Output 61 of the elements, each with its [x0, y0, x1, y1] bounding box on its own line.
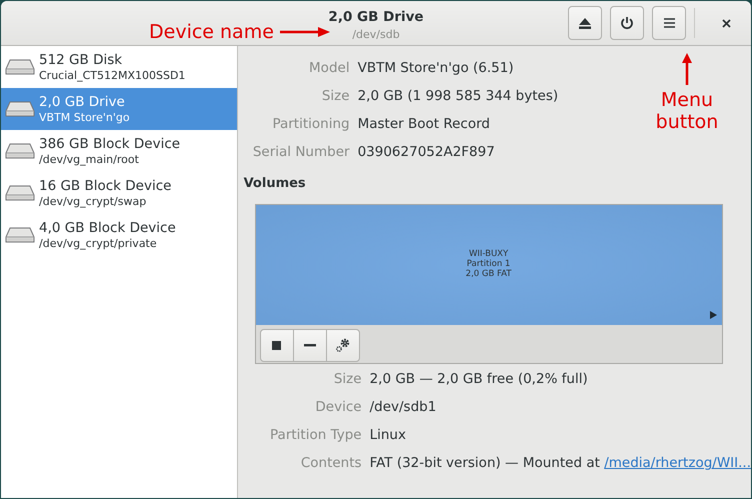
- field-label: Size: [320, 86, 351, 106]
- partition-label: Partition 1: [466, 258, 510, 268]
- field-label: Serial Number: [252, 142, 351, 162]
- partition-block[interactable]: WII-BUXY Partition 1 2,0 GB FAT: [256, 204, 722, 324]
- window-title: 2,0 GB Drive: [328, 8, 424, 27]
- power-icon: [620, 16, 634, 30]
- menu-icon: [664, 18, 674, 28]
- stop-icon: [272, 340, 282, 350]
- mount-link[interactable]: /media/rhertzog/WII...: [604, 455, 751, 472]
- close-icon: [722, 18, 730, 28]
- device-list-item[interactable]: 512 GB Disk Crucial_CT512MX100SSD1: [1, 46, 237, 88]
- annotation-label: Device name: [149, 21, 274, 43]
- device-detail: /dev/vg_crypt/private: [39, 236, 158, 250]
- eject-icon: [579, 18, 591, 28]
- device-name: 512 GB Disk: [39, 52, 124, 68]
- menu-button[interactable]: [652, 6, 686, 40]
- drive-icon: [5, 184, 35, 202]
- drive-icon: [5, 142, 35, 160]
- settings-button[interactable]: [326, 328, 360, 362]
- field-value: /dev/sdb1: [370, 398, 436, 418]
- drive-icon: [5, 100, 35, 118]
- device-name: 4,0 GB Block Device: [39, 220, 176, 236]
- device-list-item[interactable]: 16 GB Block Device /dev/vg_crypt/swap: [1, 172, 237, 214]
- field-label: Partitioning: [271, 114, 351, 134]
- partition-label: WII-BUXY: [468, 248, 508, 258]
- remove-button[interactable]: [292, 328, 327, 362]
- device-detail: Crucial_CT512MX100SSD1: [39, 68, 186, 82]
- field-label: Device: [314, 398, 363, 418]
- device-detail: VBTM Store'n'go: [39, 110, 130, 124]
- device-name: 2,0 GB Drive: [39, 94, 126, 110]
- field-value: VBTM Store'n'go (6.51): [358, 58, 514, 78]
- field-value: Master Boot Record: [358, 114, 490, 134]
- annotation-arrow: [682, 53, 692, 85]
- volumes-heading: Volumes: [244, 175, 307, 193]
- field-label: Contents: [300, 454, 363, 474]
- power-button[interactable]: [610, 6, 644, 40]
- partition-label: 2,0 GB FAT: [466, 268, 512, 278]
- annotation-label: Menu button: [654, 89, 720, 133]
- play-icon: [710, 310, 717, 318]
- device-detail: /dev/vg_main/root: [39, 152, 140, 166]
- field-value: 2,0 GB (1 998 585 344 bytes): [358, 86, 558, 106]
- device-list-item[interactable]: 386 GB Block Device /dev/vg_main/root: [1, 130, 237, 172]
- gears-icon: [334, 337, 351, 353]
- eject-button[interactable]: [568, 6, 602, 40]
- device-list-item[interactable]: 4,0 GB Block Device /dev/vg_crypt/private: [1, 214, 237, 256]
- field-label: Partition Type: [269, 426, 363, 446]
- window-subtitle: /dev/sdb: [352, 27, 400, 44]
- device-name: 386 GB Block Device: [39, 136, 180, 152]
- drive-icon: [5, 226, 35, 244]
- field-value: Linux: [370, 426, 406, 446]
- field-value: FAT (32-bit version) — Mounted at /media/rhertzog/WII...: [370, 454, 751, 474]
- field-label: Model: [308, 58, 351, 78]
- field-label: Size: [332, 370, 363, 390]
- field-value: 2,0 GB — 2,0 GB free (0,2% full): [370, 370, 588, 390]
- drive-icon: [5, 58, 35, 76]
- minus-icon: [304, 344, 316, 346]
- device-name: 16 GB Block Device: [39, 178, 172, 194]
- device-detail: /dev/vg_crypt/swap: [39, 194, 148, 208]
- annotation-arrow: [280, 27, 330, 37]
- field-value: 0390627052A2F897: [358, 142, 495, 162]
- stop-button[interactable]: [260, 328, 294, 362]
